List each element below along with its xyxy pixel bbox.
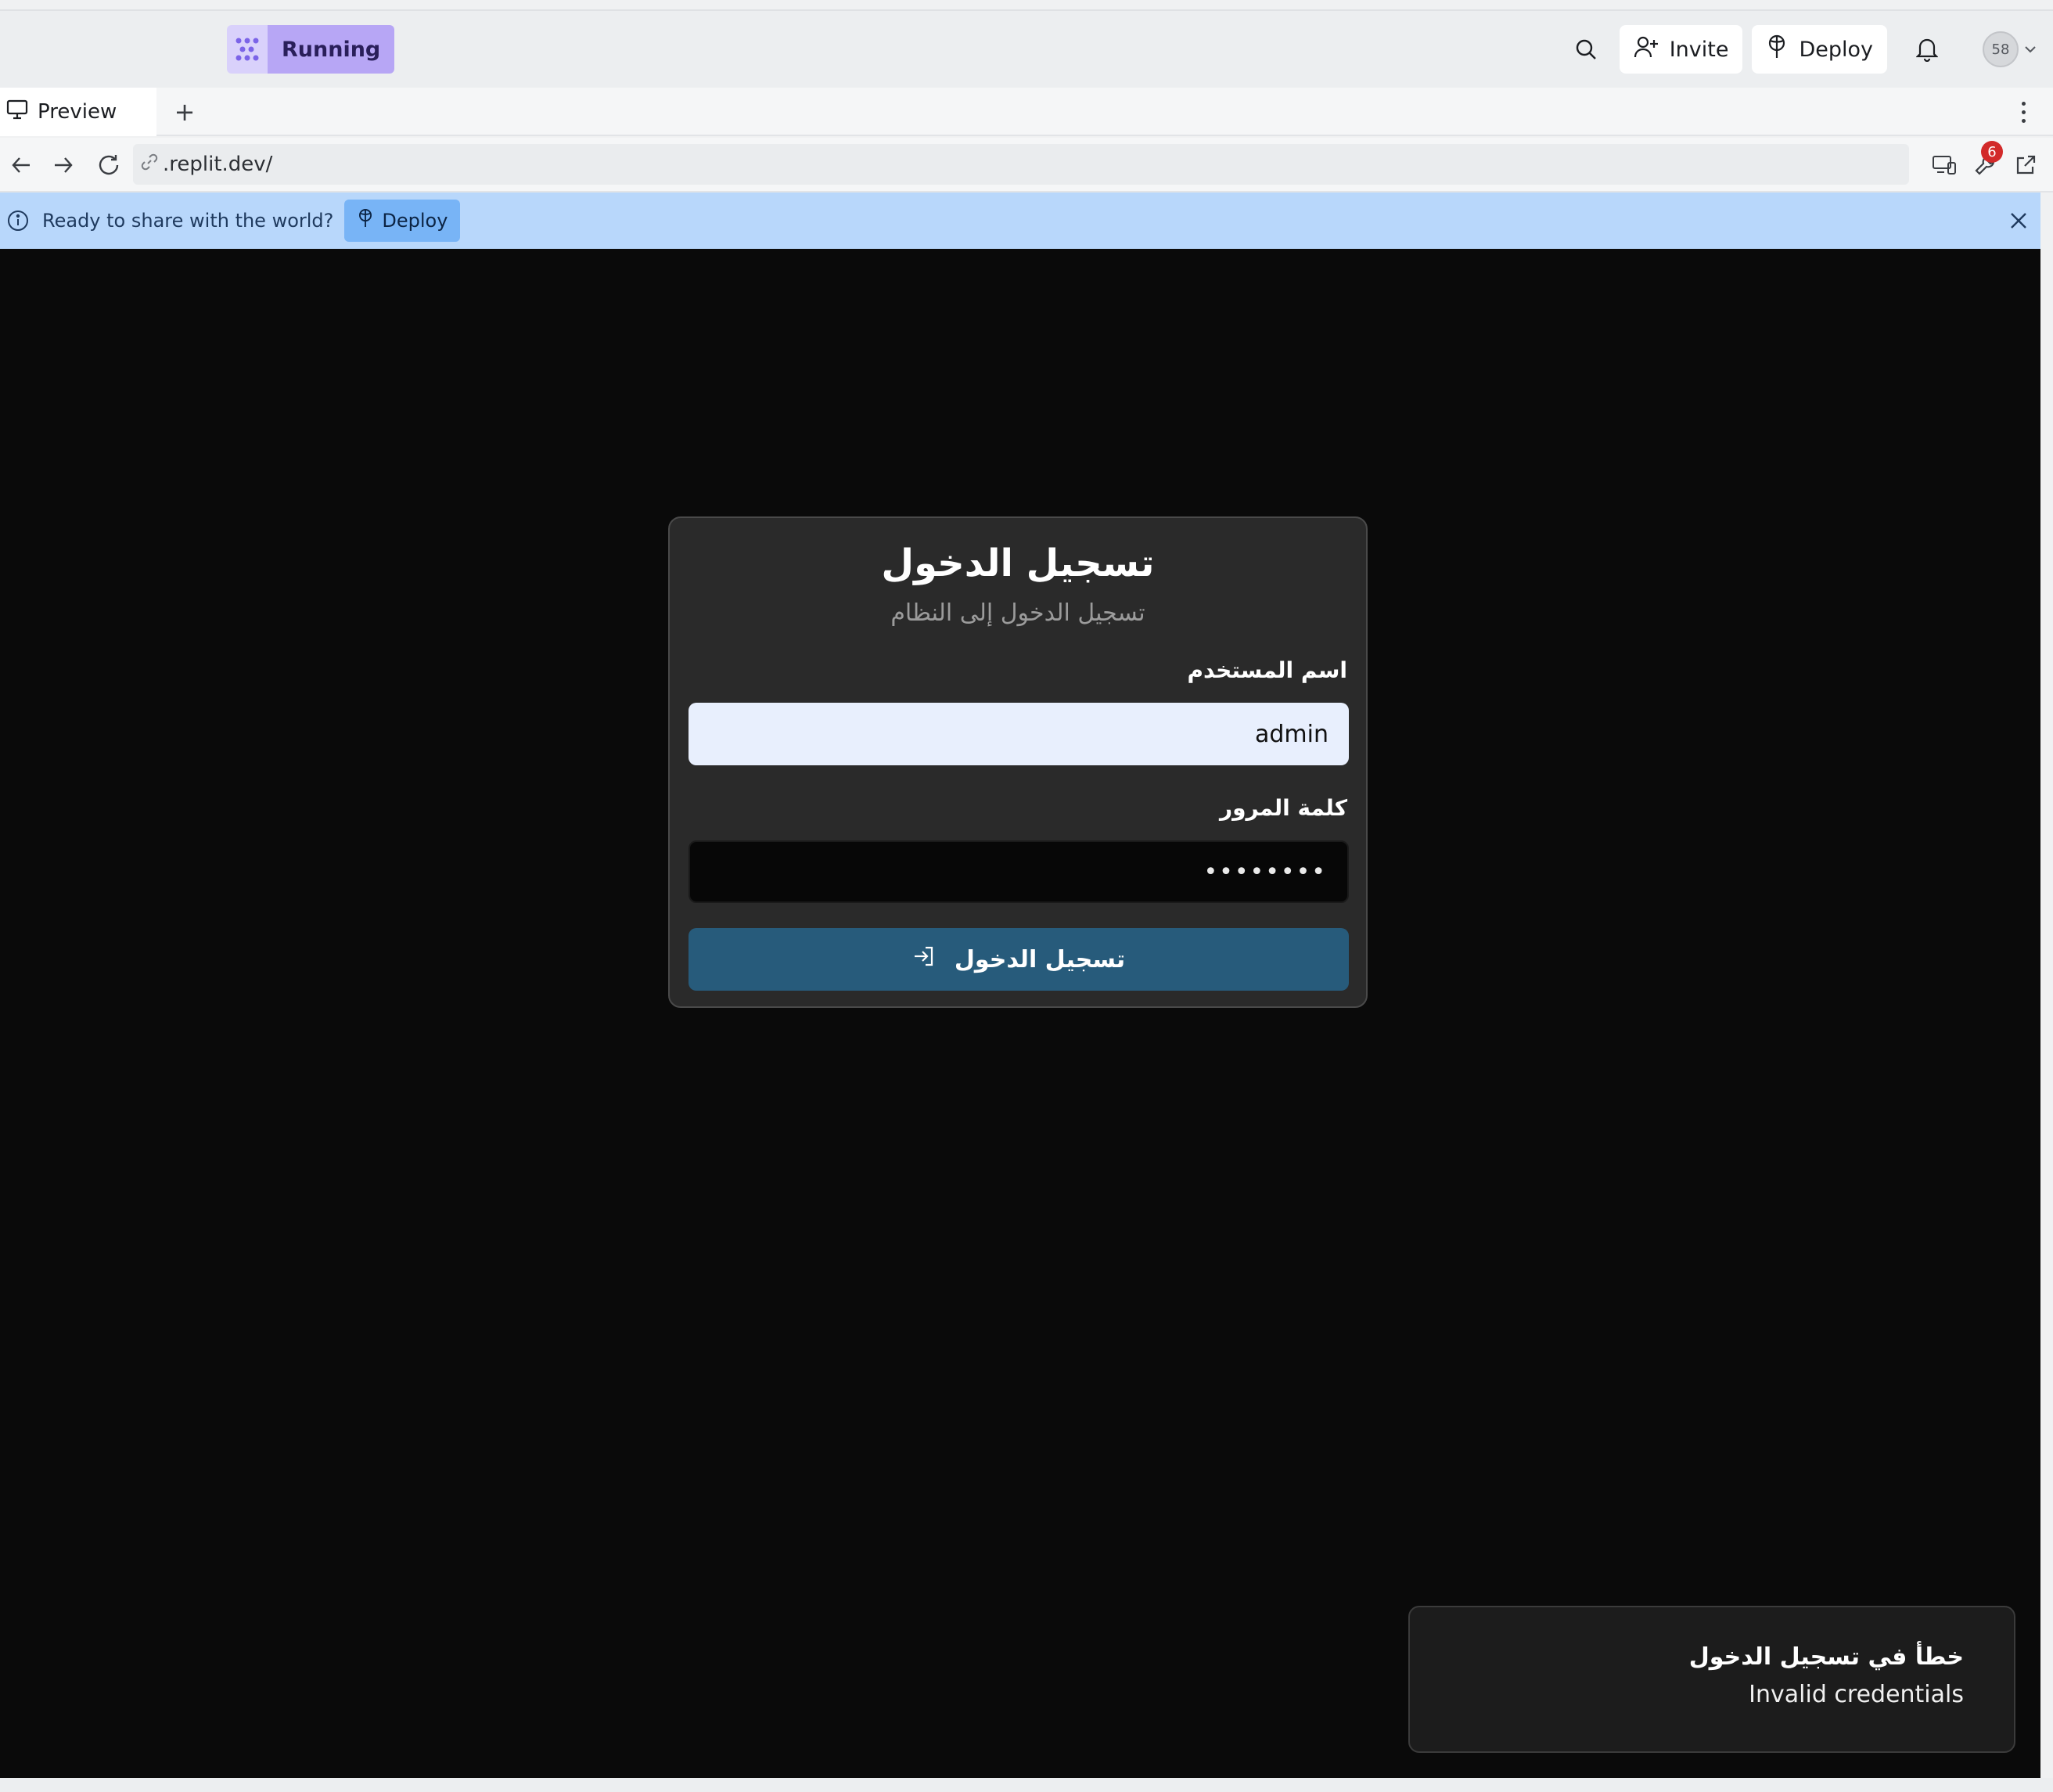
error-toast: خطأ في تسجيل الدخول Invalid credentials bbox=[1408, 1606, 2015, 1753]
toast-message: Invalid credentials bbox=[1749, 1681, 1964, 1708]
tab-preview[interactable]: Preview bbox=[0, 88, 156, 136]
bell-icon[interactable] bbox=[1903, 25, 1951, 74]
workspace-logo-icon[interactable] bbox=[227, 25, 268, 74]
address-bar: .replit.dev/ 6 bbox=[0, 138, 2053, 193]
deploy-button[interactable]: Deploy bbox=[1752, 25, 1887, 74]
tab-strip: Preview + bbox=[0, 88, 2053, 136]
chevron-down-icon bbox=[2023, 42, 2037, 57]
username-input[interactable]: admin bbox=[689, 703, 1349, 765]
info-icon bbox=[6, 209, 30, 232]
invite-button[interactable]: Invite bbox=[1619, 25, 1743, 74]
preview-canvas bbox=[0, 249, 2040, 1778]
avatar: 58 bbox=[1983, 31, 2019, 67]
close-icon[interactable] bbox=[2004, 207, 2033, 235]
topbar-actions: Invite Deploy 58 bbox=[1562, 25, 2053, 74]
run-control: Running bbox=[227, 25, 395, 74]
login-button[interactable]: تسجيل الدخول bbox=[689, 928, 1349, 991]
deploy-icon bbox=[1766, 34, 1788, 65]
login-button-label: تسجيل الدخول bbox=[954, 945, 1126, 973]
open-external-icon[interactable] bbox=[2011, 147, 2040, 183]
devices-icon[interactable] bbox=[1929, 147, 1959, 183]
back-arrow-icon[interactable] bbox=[3, 147, 39, 183]
add-user-icon bbox=[1634, 35, 1659, 64]
tab-preview-label: Preview bbox=[38, 100, 117, 124]
bottom-edge bbox=[0, 1778, 2053, 1792]
preview-scrollbar[interactable] bbox=[2040, 249, 2053, 1778]
banner-message: Ready to share with the world? bbox=[42, 210, 334, 232]
username-label: اسم المستخدم bbox=[1187, 657, 1347, 683]
login-title: تسجيل الدخول bbox=[881, 542, 1155, 585]
reload-icon[interactable] bbox=[91, 147, 127, 183]
login-subtitle: تسجيل الدخول إلى النظام bbox=[890, 599, 1145, 627]
invite-label: Invite bbox=[1669, 37, 1729, 62]
sign-in-icon bbox=[912, 945, 936, 974]
url-text: .replit.dev/ bbox=[163, 153, 273, 176]
banner-deploy-button[interactable]: Deploy bbox=[344, 200, 461, 242]
account-menu[interactable]: 58 bbox=[1983, 31, 2037, 67]
deploy-banner: Ready to share with the world? Deploy bbox=[0, 193, 2040, 249]
password-label: كلمة المرور bbox=[1219, 795, 1347, 821]
run-button[interactable]: Running bbox=[268, 25, 395, 74]
deploy-label: Deploy bbox=[1799, 37, 1873, 62]
monitor-icon bbox=[6, 99, 28, 125]
search-icon[interactable] bbox=[1562, 25, 1610, 74]
password-input[interactable]: •••••••• bbox=[689, 840, 1349, 903]
toast-title: خطأ في تسجيل الدخول bbox=[1688, 1643, 1964, 1671]
banner-deploy-label: Deploy bbox=[382, 210, 448, 232]
more-options-icon[interactable] bbox=[2015, 95, 2031, 128]
link-icon bbox=[141, 153, 158, 176]
login-card: تسجيل الدخول تسجيل الدخول إلى النظام اسم… bbox=[668, 516, 1368, 1008]
url-input[interactable]: .replit.dev/ bbox=[133, 144, 1909, 185]
preview-tools: 6 bbox=[1929, 141, 2040, 183]
deploy-icon bbox=[357, 208, 374, 233]
add-tab-button[interactable]: + bbox=[164, 88, 205, 136]
issues-badge: 6 bbox=[1981, 141, 2003, 163]
devtools-wrench-icon[interactable]: 6 bbox=[1970, 141, 2003, 183]
top-bar: Running Invite Deploy 58 bbox=[0, 9, 2053, 88]
forward-arrow-icon[interactable] bbox=[45, 147, 81, 183]
